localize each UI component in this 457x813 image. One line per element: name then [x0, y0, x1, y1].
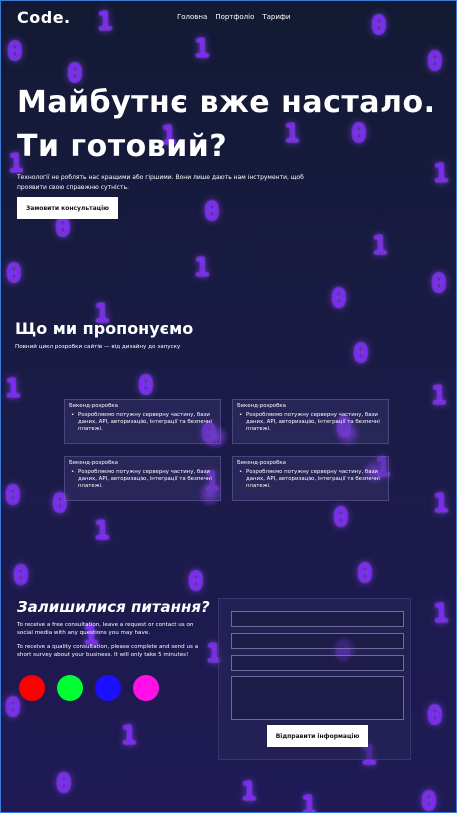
- background-digit: 1: [121, 721, 137, 751]
- background-digit: 1: [372, 231, 388, 261]
- hero-description: Технології не роблять нас кращими або гі…: [17, 174, 304, 191]
- background-digit: 1: [431, 381, 447, 411]
- background-digit: 0: [5, 481, 21, 511]
- background-digit: 0: [56, 769, 72, 799]
- background-digit: 0: [353, 339, 369, 369]
- hero-title: Майбутнє вже настало. Ти готовий?: [17, 81, 435, 169]
- background-digit: 0: [427, 47, 443, 77]
- service-card: Бекенд-розробка Розробляємо потужну серв…: [64, 456, 221, 501]
- background-digit: 0: [421, 787, 437, 812]
- service-card: Бекенд-розробка Розробляємо потужну серв…: [64, 399, 221, 444]
- nav-link-pricing[interactable]: Тарифи: [262, 13, 290, 21]
- services-subtitle: Повний цикл розробки сайтів — від дизайн…: [15, 344, 181, 350]
- submit-button[interactable]: Відправити інформацію: [267, 725, 368, 747]
- contact-text: To receive a free consultation, leave a …: [17, 621, 207, 659]
- background-digit: 0: [6, 259, 22, 289]
- background-digit: 1: [97, 7, 113, 37]
- service-card-title: Бекенд-розробка: [69, 403, 118, 409]
- logo[interactable]: Code.: [17, 8, 71, 27]
- hero-title-line2: Ти готовий?: [17, 129, 228, 164]
- background-digit: 0: [357, 559, 373, 589]
- hero-title-line1: Майбутнє вже настало.: [17, 85, 436, 120]
- email-field[interactable]: [231, 633, 404, 649]
- background-digit: 0: [333, 503, 349, 533]
- social-link-red[interactable]: [19, 675, 45, 701]
- background-digit: 0: [371, 11, 387, 41]
- contact-form: Відправити інформацію: [218, 598, 411, 760]
- background-digit: 0: [7, 37, 23, 67]
- background-digit: 1: [301, 791, 317, 812]
- service-card-title: Бекенд-розробка: [237, 460, 286, 466]
- order-consultation-button[interactable]: Замовити консультацію: [17, 197, 118, 219]
- service-card-title: Бекенд-розробка: [237, 403, 286, 409]
- background-digit: 0: [204, 197, 220, 227]
- background-digit: 0: [13, 561, 29, 591]
- service-card-text: Розробляємо потужну серверну частину, ба…: [69, 469, 216, 490]
- background-digit: 0: [188, 567, 204, 597]
- social-links: [19, 675, 159, 701]
- background-digit: 1: [194, 253, 210, 283]
- service-card: Бекенд-розробка Розробляємо потужну серв…: [232, 456, 389, 501]
- nav-link-portfolio[interactable]: Портфоліо: [215, 13, 254, 21]
- background-digit: 1: [433, 599, 449, 629]
- background-digit: 1: [5, 374, 21, 404]
- service-card-text: Розробляємо потужну серверну частину, ба…: [237, 412, 384, 433]
- main-nav: Головна Портфоліо Тарифи: [177, 13, 290, 21]
- social-link-blue[interactable]: [95, 675, 121, 701]
- service-card-text: Розробляємо потужну серверну частину, ба…: [237, 469, 384, 490]
- phone-field[interactable]: [231, 655, 404, 671]
- service-card-text: Розробляємо потужну серверну частину, ба…: [69, 412, 216, 433]
- background-digit: 0: [331, 284, 347, 314]
- background-digit: 0: [431, 269, 447, 299]
- background-digit: 1: [433, 489, 449, 519]
- services-title: Що ми пропонуємо: [15, 319, 194, 338]
- background-digit: 1: [94, 516, 110, 546]
- contact-paragraph-1: To receive a free consultation, leave a …: [17, 622, 194, 636]
- background-digit: 1: [194, 34, 210, 64]
- background-digit: 0: [427, 701, 443, 731]
- name-field[interactable]: [231, 611, 404, 627]
- service-card-title: Бекенд-розробка: [69, 460, 118, 466]
- social-link-magenta[interactable]: [133, 675, 159, 701]
- message-field[interactable]: [231, 676, 404, 720]
- background-digit: 1: [241, 777, 257, 807]
- contact-paragraph-2: To receive a quality consultation, pleas…: [17, 644, 199, 658]
- social-link-green[interactable]: [57, 675, 83, 701]
- background-digit: 0: [138, 371, 154, 401]
- nav-link-home[interactable]: Головна: [177, 13, 207, 21]
- service-card: Бекенд-розробка Розробляємо потужну серв…: [232, 399, 389, 444]
- contact-title: Залишилися питання?: [17, 598, 210, 616]
